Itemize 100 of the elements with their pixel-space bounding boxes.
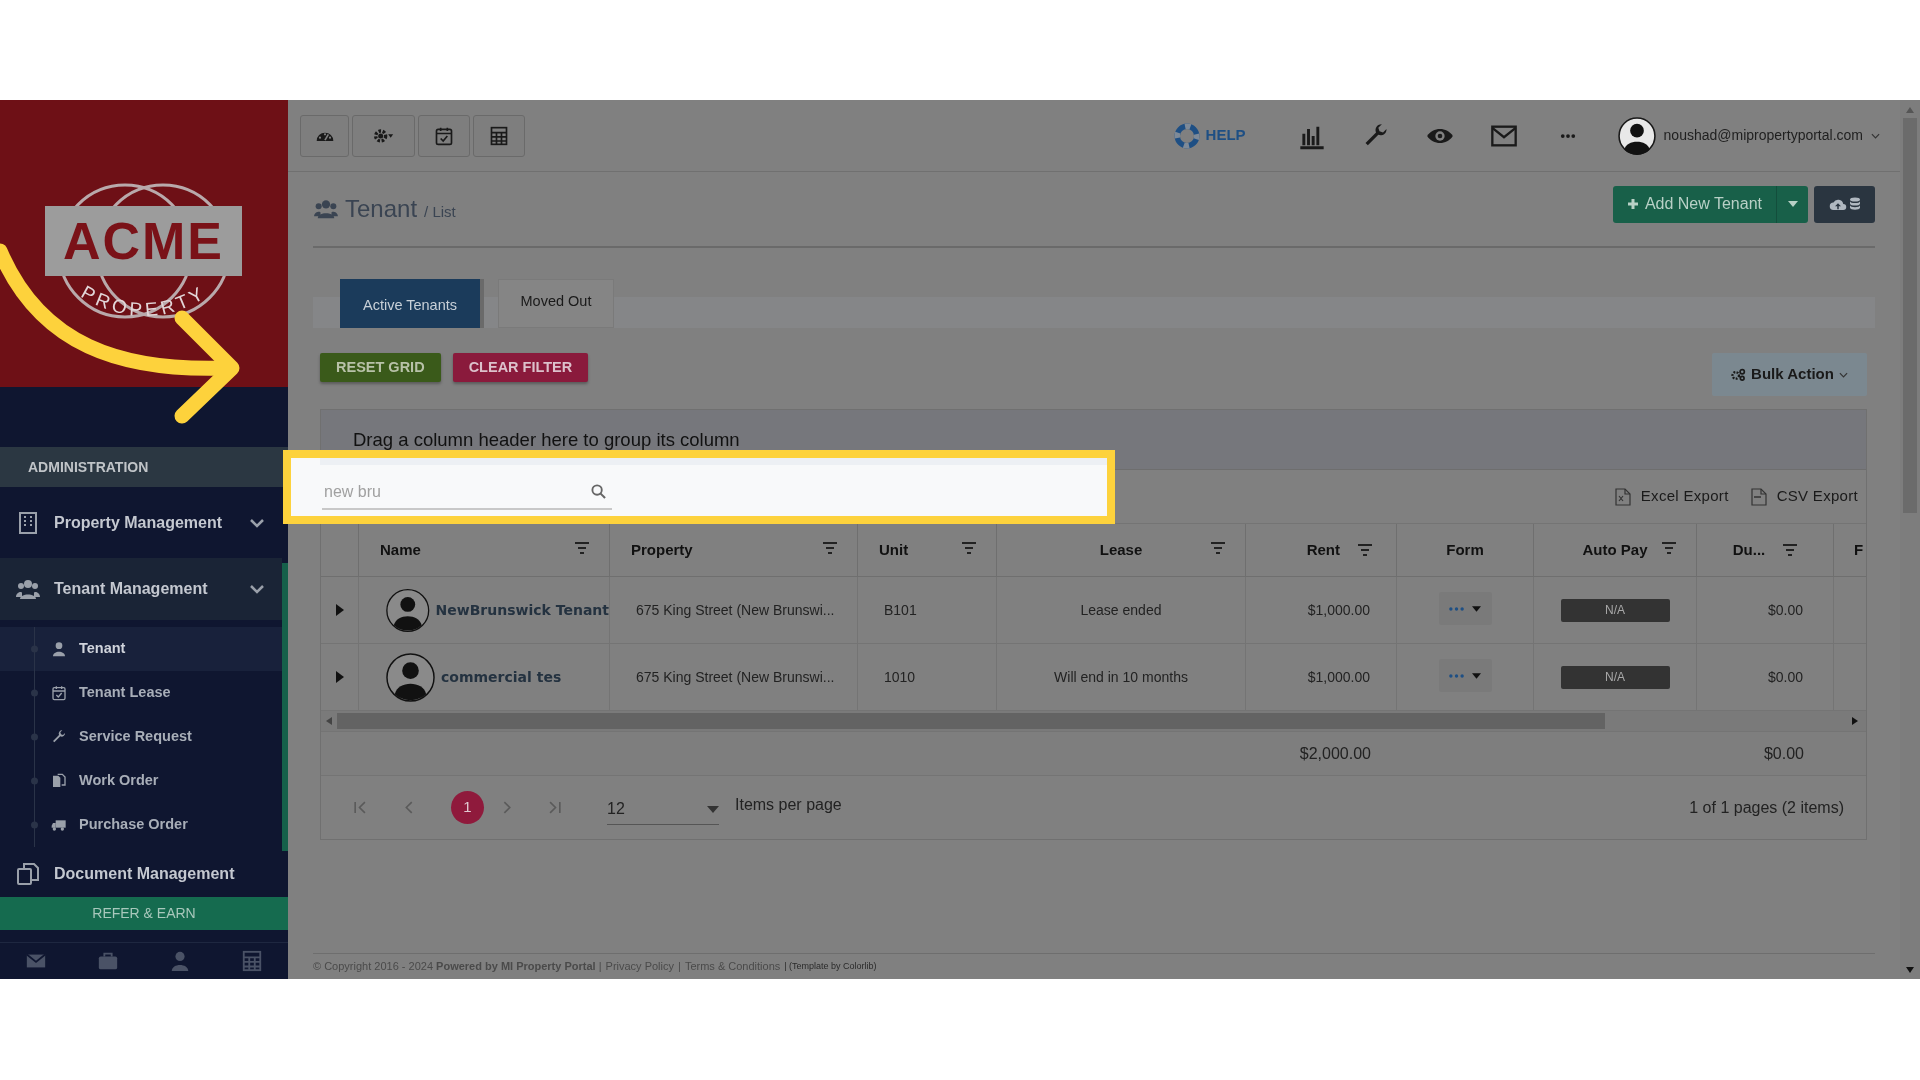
- menu-group[interactable]: Property Management: [0, 487, 282, 558]
- copy-icon: [51, 773, 67, 789]
- lifebuoy-icon: [1173, 122, 1200, 149]
- column-header[interactable]: Auto Pay: [1534, 524, 1697, 576]
- add-tenant-button[interactable]: Add New Tenant: [1612, 185, 1776, 223]
- wrench-icon: [51, 729, 67, 745]
- clear-filter-button[interactable]: CLEAR FILTER: [452, 353, 589, 382]
- gears-icon: [1731, 368, 1747, 381]
- column-header[interactable]: Form: [1397, 524, 1534, 576]
- group-hint: Drag a column header here to group its column: [353, 427, 740, 452]
- cloud-upload-icon: [1828, 197, 1847, 211]
- users-icon: [313, 198, 339, 220]
- column-header[interactable]: Rent: [1246, 524, 1397, 576]
- total-value: $2,000.00: [1299, 743, 1371, 764]
- calculator-icon[interactable]: [241, 950, 263, 972]
- pager-summary: 1 of 1 pages (2 items): [1689, 797, 1844, 818]
- table-cell-text: $0.00: [1767, 600, 1803, 620]
- filter-icon[interactable]: [1211, 542, 1225, 554]
- scroll-down-icon[interactable]: [1906, 967, 1914, 973]
- scroll-right-icon[interactable]: [1852, 717, 1858, 725]
- refer-earn-button[interactable]: REFER & EARN: [0, 897, 288, 930]
- table-cell-text: $1,000.00: [1307, 667, 1370, 687]
- chevron-down-icon: [250, 584, 264, 594]
- filter-icon[interactable]: [575, 542, 589, 554]
- toolbar-button[interactable]: [473, 114, 525, 157]
- chevron-down-icon: [1838, 371, 1848, 378]
- tree-node-icon: [30, 627, 39, 671]
- bulk-action-button[interactable]: Bulk Action: [1712, 353, 1867, 396]
- tenant-name-link[interactable]: commercial tes: [441, 666, 562, 688]
- horizontal-scrollbar[interactable]: [321, 711, 1866, 732]
- table-cell-text: 1010: [884, 667, 916, 687]
- user-menu[interactable]: noushad@mipropertyportal.com: [1617, 116, 1880, 155]
- expand-arrow-icon[interactable]: [335, 671, 344, 683]
- section-heading: ADMINISTRATION: [28, 457, 149, 477]
- column-header[interactable]: Du...: [1697, 524, 1834, 576]
- menu-group[interactable]: Tenant Management: [0, 558, 282, 620]
- avatar-icon: [1617, 116, 1656, 155]
- calendar-check-icon: [434, 125, 454, 146]
- tree-node-icon: [30, 671, 39, 715]
- export-button[interactable]: Excel Export: [1614, 485, 1729, 508]
- page-size-select[interactable]: 12: [607, 790, 719, 825]
- calculator-icon: [489, 125, 509, 146]
- expand-arrow-icon[interactable]: [335, 604, 344, 616]
- briefcase-icon[interactable]: [97, 950, 119, 972]
- total-value: $0.00: [1763, 743, 1804, 764]
- toolbar-button[interactable]: [418, 114, 470, 157]
- caret-down-icon: [1472, 605, 1481, 612]
- breadcrumb: / List: [424, 201, 456, 222]
- building-icon: [16, 510, 40, 535]
- logo-wordmark: ACME: [45, 206, 242, 276]
- filter-icon[interactable]: [1783, 544, 1798, 556]
- toolbar-button[interactable]: [352, 114, 415, 157]
- table-cell-text: B101: [884, 600, 917, 620]
- caret-down-icon: [707, 805, 719, 813]
- menu-group[interactable]: Document Management: [0, 851, 282, 897]
- filter-icon[interactable]: [962, 542, 976, 554]
- menu-item[interactable]: Tenant: [0, 627, 282, 671]
- csv-file-icon: [1750, 487, 1767, 506]
- table-cell-text: 675 King Street (New Brunswi...: [636, 600, 835, 620]
- avatar-icon: [386, 652, 435, 702]
- menu-item[interactable]: Purchase Order: [0, 803, 282, 847]
- documents-icon: [16, 862, 40, 886]
- reset-grid-button[interactable]: RESET GRID: [320, 353, 441, 382]
- plus-icon: [1626, 198, 1639, 210]
- page-title: Tenant: [345, 194, 418, 224]
- export-button[interactable]: CSV Export: [1750, 485, 1858, 508]
- table-cell-text: Lease ended: [1080, 600, 1162, 620]
- caret-down-icon: [1472, 672, 1481, 679]
- page-size-label: Items per page: [735, 794, 842, 815]
- page-button[interactable]: 1: [451, 791, 484, 824]
- more-icon: [1449, 606, 1464, 611]
- caret-down-icon: [1787, 201, 1798, 207]
- menu-item[interactable]: Tenant Lease: [0, 671, 282, 715]
- tab[interactable]: Moved Out: [498, 279, 614, 328]
- search-field[interactable]: new bru: [324, 479, 591, 504]
- scroll-left-icon[interactable]: [326, 717, 332, 725]
- toolbar-button[interactable]: [300, 114, 349, 157]
- tenant-name-link[interactable]: NewBrunswick Tenant: [435, 599, 609, 621]
- table-cell-text: 675 King Street (New Brunswi...: [636, 667, 835, 687]
- status-badge: N/A: [1560, 665, 1670, 689]
- filter-icon[interactable]: [823, 542, 837, 554]
- search-icon: [591, 484, 606, 499]
- chevron-down-icon: [250, 517, 264, 528]
- chevron-down-icon: [1871, 132, 1880, 139]
- user-icon[interactable]: [169, 950, 191, 972]
- menu-item[interactable]: Service Request: [0, 715, 282, 759]
- separator-text: |: [678, 959, 681, 975]
- tree-node-icon: [30, 803, 39, 847]
- upload-button[interactable]: [1814, 185, 1875, 223]
- menu-item[interactable]: Work Order: [0, 759, 282, 803]
- filter-icon[interactable]: [1662, 542, 1676, 554]
- filter-icon[interactable]: [1358, 544, 1372, 556]
- tab[interactable]: Active Tenants: [340, 279, 484, 328]
- status-badge: N/A: [1560, 598, 1670, 622]
- tree-node-icon: [30, 759, 39, 803]
- template-credit: | (Template by Colorlib): [784, 959, 877, 973]
- table-cell-text: $0.00: [1767, 667, 1803, 687]
- calendar-check-icon: [51, 685, 67, 701]
- column-header[interactable]: F: [1834, 524, 1868, 576]
- dropdown-toggle[interactable]: [1776, 185, 1808, 223]
